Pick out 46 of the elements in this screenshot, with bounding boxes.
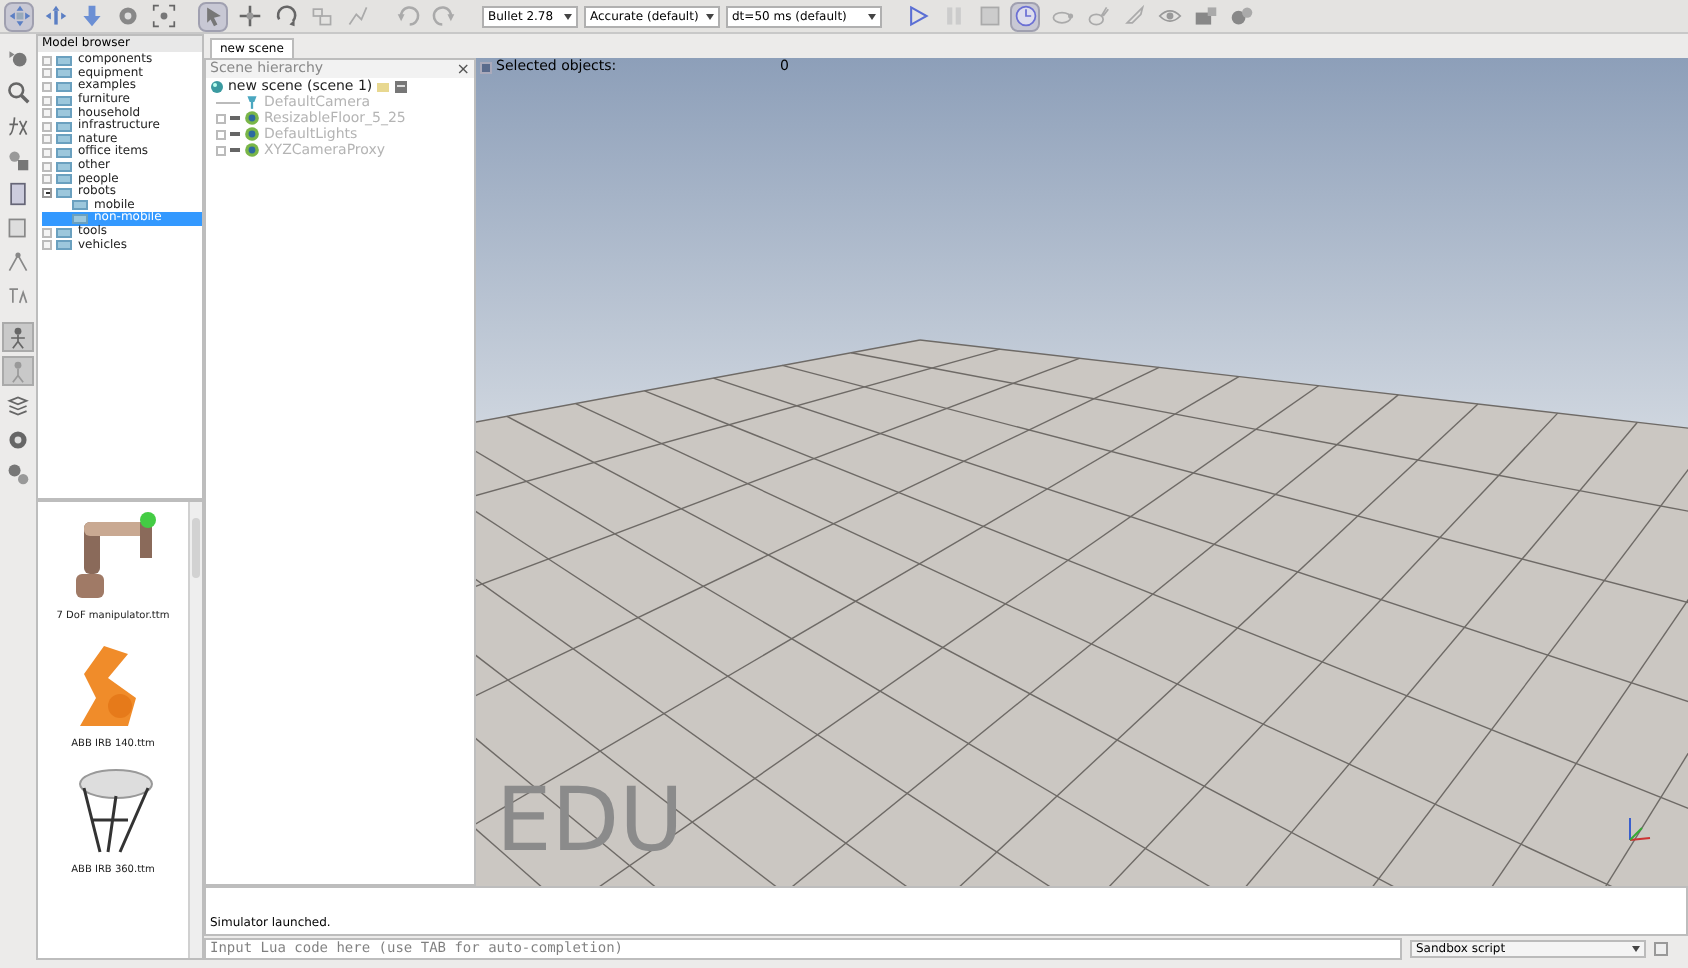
fit-view-button[interactable]: [148, 1, 178, 31]
figure-button[interactable]: [2, 322, 34, 352]
expand-toggle[interactable]: [42, 187, 52, 198]
move-arrows-icon: [7, 4, 31, 28]
caret-icon: [1632, 945, 1640, 951]
path-icon: [6, 249, 30, 273]
figure-icon: [6, 359, 30, 383]
layers-icon: [6, 393, 30, 417]
close-button[interactable]: ×: [456, 61, 470, 77]
undo-icon: [395, 4, 419, 28]
text-icon: [6, 283, 30, 307]
fit-view-icon: [151, 4, 175, 28]
script-icon: [394, 79, 409, 93]
select-button[interactable]: [198, 1, 228, 31]
function-icon: [6, 113, 30, 137]
caret-icon: [564, 13, 572, 19]
page-icon: [6, 215, 30, 239]
caret-icon: [706, 13, 714, 19]
select-icon: [201, 4, 225, 28]
clock-icon: [1013, 4, 1037, 28]
rotate-icon: [273, 4, 297, 28]
caret-icon: [868, 13, 876, 19]
scrollbar[interactable]: [188, 502, 202, 958]
search-icon: [6, 79, 30, 103]
folder-icon: [376, 79, 391, 93]
translate-button[interactable]: [234, 1, 264, 31]
undo-button[interactable]: [392, 1, 422, 31]
figure-icon: [6, 325, 30, 349]
clock-button[interactable]: [1010, 1, 1040, 31]
camera-icon: [1193, 4, 1217, 28]
globe-icon: [210, 79, 224, 93]
move-arrows-icon: [43, 4, 67, 28]
translate-icon: [237, 4, 261, 28]
redo-icon: [431, 4, 455, 28]
play-icon: [905, 4, 929, 28]
search-button[interactable]: [2, 76, 34, 106]
shapes-icon: [6, 147, 30, 171]
document-icon: [6, 181, 30, 205]
move-arrows-button[interactable]: [4, 1, 34, 31]
redo-button[interactable]: [428, 1, 458, 31]
down-arrow-icon: [79, 4, 103, 28]
camera-icon: [244, 94, 260, 110]
move-arrows-button[interactable]: [40, 1, 70, 31]
close-console-button[interactable]: [1654, 941, 1668, 955]
eye-icon: [1157, 4, 1181, 28]
camera-button[interactable]: [1190, 1, 1220, 31]
